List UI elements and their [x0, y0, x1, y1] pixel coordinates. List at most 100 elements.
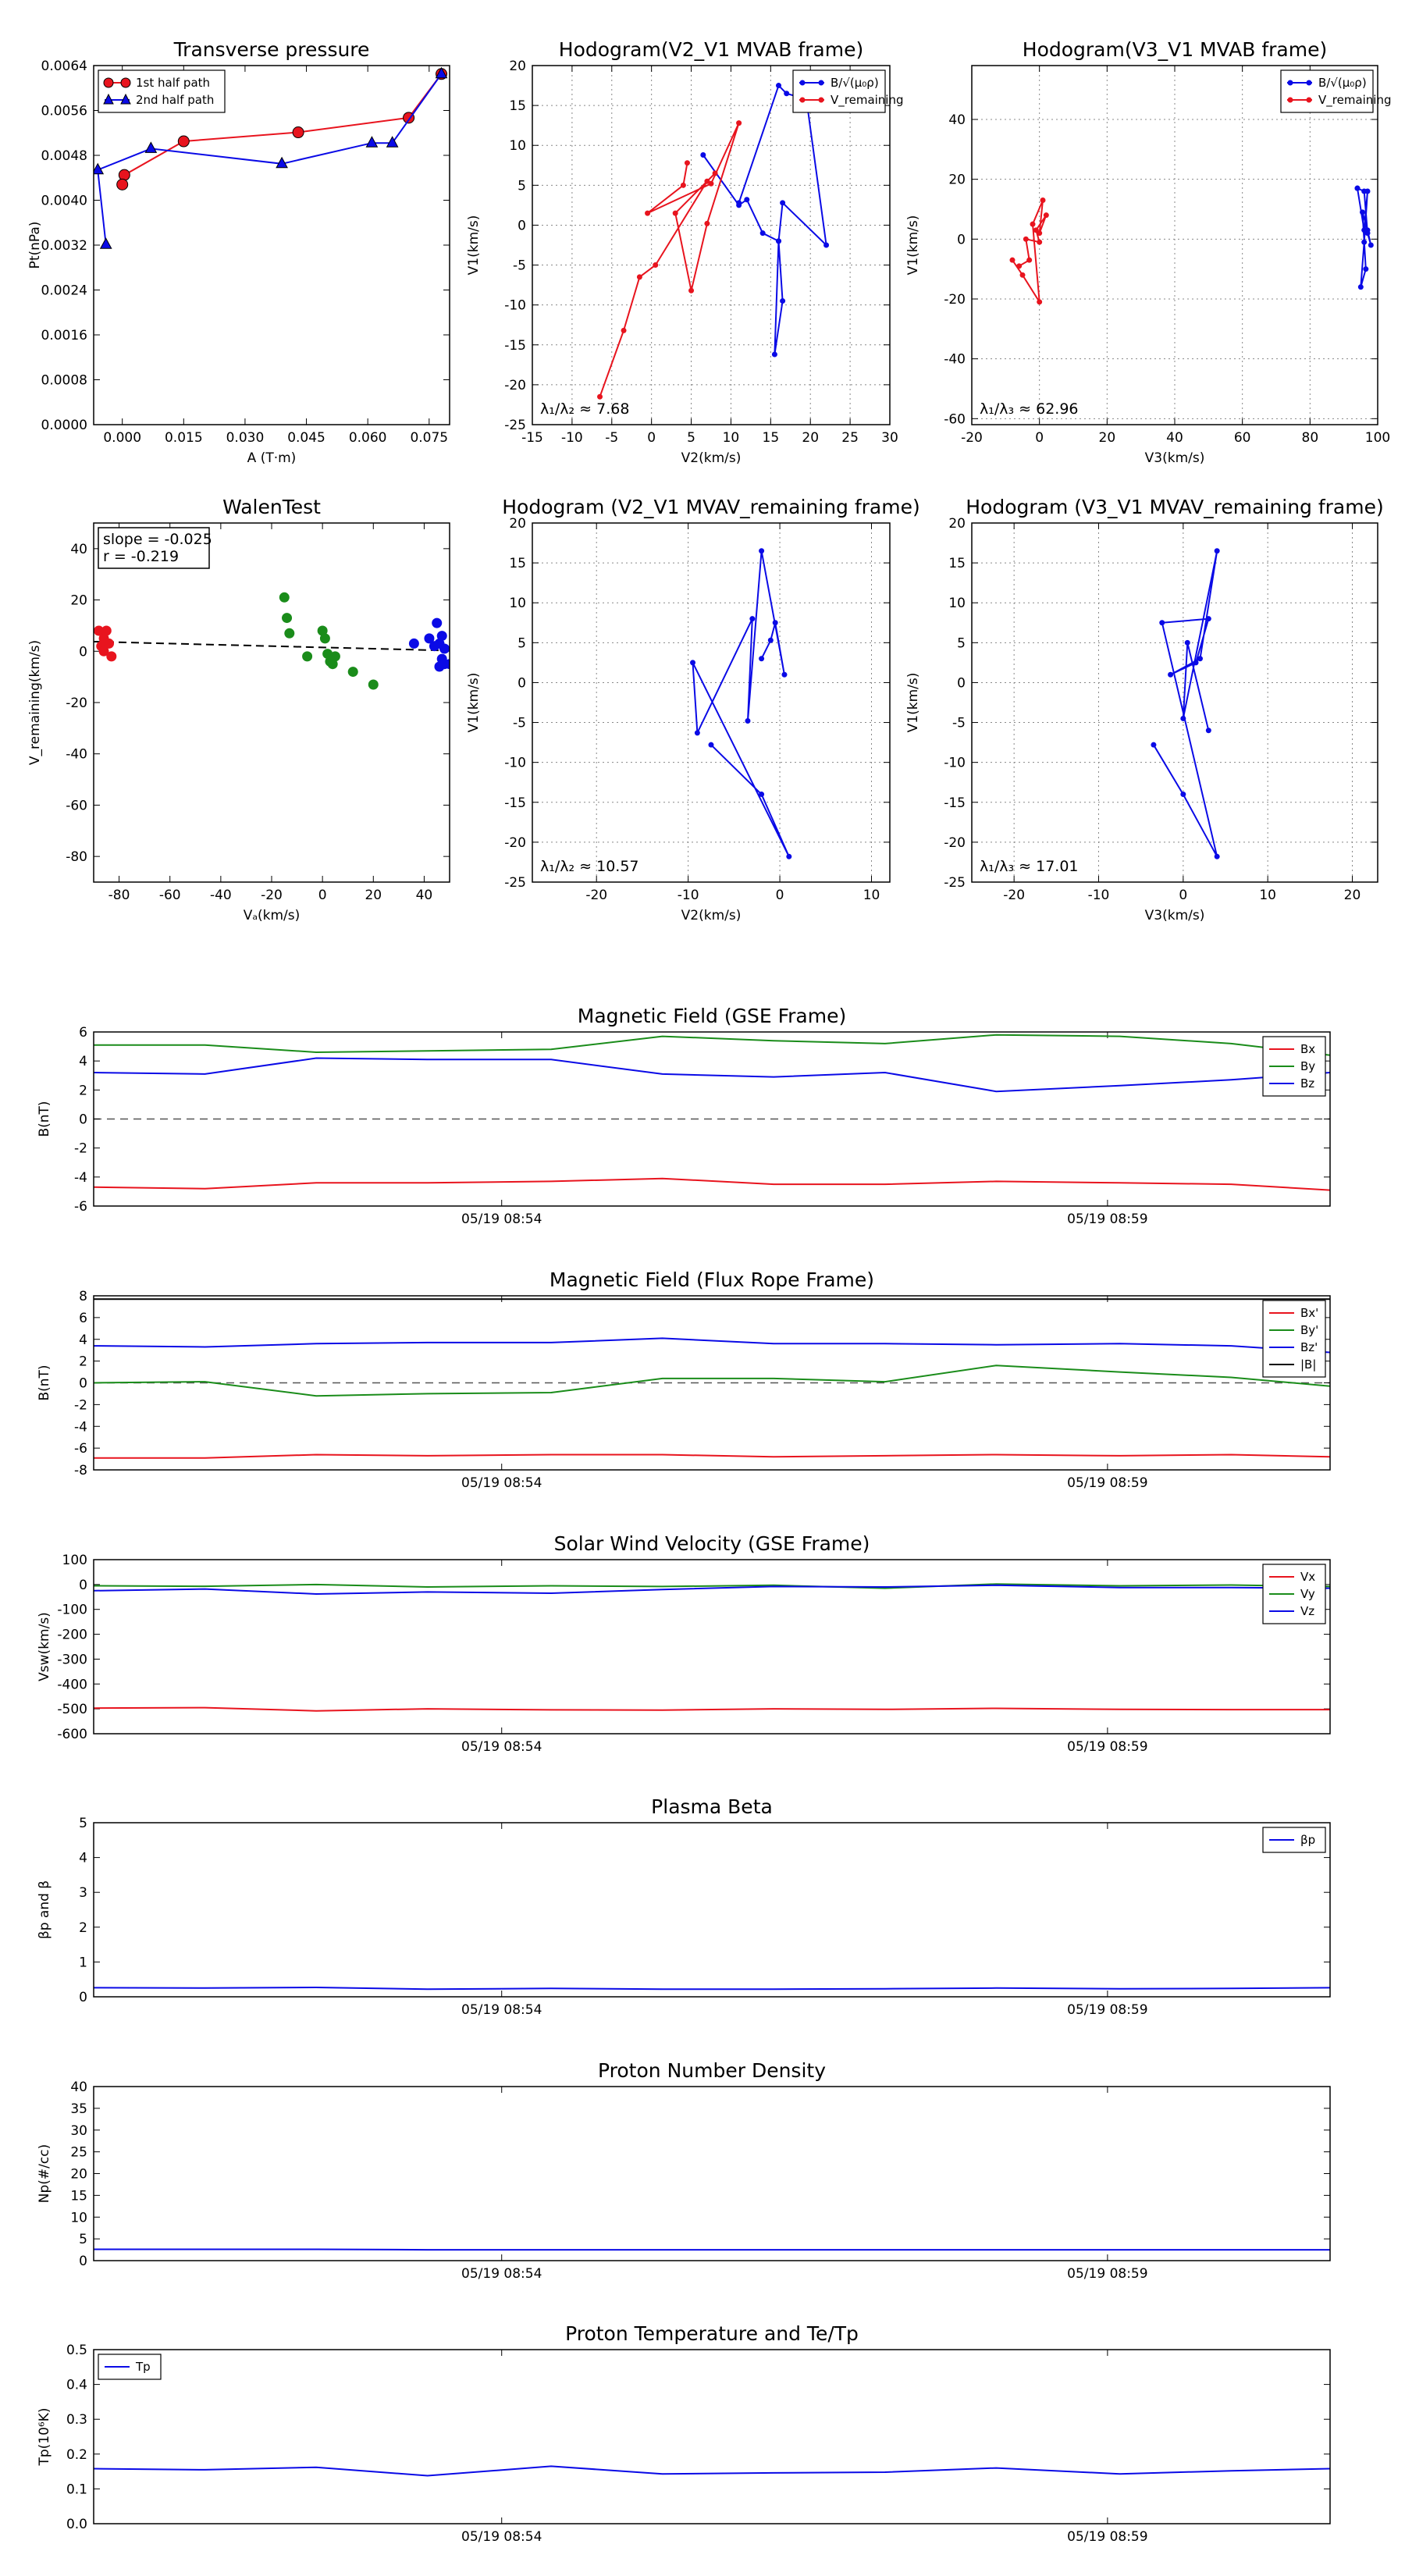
- y-tick-label: -5: [513, 716, 526, 731]
- data-point: [1037, 239, 1043, 245]
- x-tick-label: 05/19 08:54: [461, 2266, 542, 2282]
- data-point: [736, 120, 742, 126]
- x-tick-label: 05/19 08:59: [1067, 2266, 1147, 2282]
- data-point: [1180, 792, 1186, 798]
- data-point: [786, 853, 792, 859]
- chart-title: Proton Temperature and Te/Tp: [565, 2322, 859, 2345]
- plot-frame: [971, 522, 1378, 883]
- y-tick-label: -10: [504, 298, 526, 314]
- x-tick-label: -60: [159, 888, 181, 903]
- y-tick-label: 4: [79, 1332, 87, 1348]
- data-point: [144, 141, 158, 153]
- x-axis-label: A (T·m): [247, 450, 297, 466]
- data-point: [772, 620, 778, 626]
- data-point: [1037, 299, 1043, 305]
- x-tick-label: 0: [318, 888, 327, 903]
- y-axis-label: V_remaining(km/s): [27, 640, 43, 765]
- chart-title: Hodogram (V3_V1 MVAV_remaining frame): [966, 496, 1384, 518]
- legend-marker: [799, 97, 806, 103]
- legend-marker: [1287, 80, 1293, 86]
- legend-label: 1st half path: [136, 76, 210, 90]
- x-tick-label: 10: [1259, 888, 1276, 903]
- x-tick-label: 40: [1166, 430, 1183, 446]
- data-point: [688, 287, 695, 294]
- y-tick-label: -5: [513, 258, 526, 274]
- legend-label: Tp: [135, 2360, 151, 2374]
- y-tick-label: 0.0032: [41, 238, 87, 254]
- y-tick-label: 0.3: [66, 2412, 87, 2428]
- y-axis-label: Vsw(km/s): [37, 1612, 52, 1681]
- data-point: [621, 327, 627, 333]
- chart-title: Hodogram(V2_V1 MVAB frame): [559, 38, 863, 61]
- chart-bgse: Magnetic Field (GSE Frame) 05/19 08:54 05/…: [37, 1005, 1331, 1227]
- data-point: [784, 91, 790, 97]
- y-tick-label: -5: [952, 716, 966, 731]
- series-tp: [94, 2465, 1330, 2477]
- y-tick-label: -6: [74, 1441, 87, 1457]
- y-tick-label: -60: [944, 411, 966, 427]
- series-bx: [94, 1177, 1330, 1191]
- data-point: [749, 616, 756, 622]
- x-tick-label: 0: [1035, 430, 1044, 446]
- plot-frame: [93, 2349, 1331, 2524]
- legend-label: Vz: [1300, 1604, 1314, 1618]
- y-tick-label: -15: [504, 795, 526, 811]
- x-tick-label: 80: [1302, 430, 1319, 446]
- data-point: [780, 298, 786, 304]
- y-tick-label: 0: [79, 1578, 87, 1593]
- legend-marker: [818, 80, 824, 86]
- x-axis-label: Vₐ(km/s): [244, 908, 301, 923]
- plot-area: [94, 1583, 1330, 1712]
- data-point: [327, 659, 338, 670]
- legend-marker: [799, 80, 806, 86]
- y-tick-label: 6: [79, 1025, 87, 1041]
- x-tick-label: 05/19 08:54: [461, 1212, 542, 1227]
- y-tick-label: -15: [504, 338, 526, 354]
- data-point: [771, 351, 777, 358]
- legend: Bx' By' Bz' |B|: [1262, 1300, 1326, 1378]
- y-tick-label: 8: [79, 1289, 87, 1304]
- y-tick-label: 20: [70, 2167, 87, 2183]
- y-tick-label: 0.1: [66, 2482, 87, 2497]
- y-tick-label: 100: [62, 1553, 87, 1568]
- chart-title: Plasma Beta: [651, 1795, 773, 1818]
- data-point: [1361, 227, 1368, 233]
- x-tick-label: -80: [108, 888, 130, 903]
- y-tick-label: 0.0048: [41, 148, 87, 164]
- y-tick-label: 3: [79, 1885, 87, 1901]
- x-tick-label: 15: [763, 430, 780, 446]
- series-b: [1354, 185, 1374, 290]
- data-point: [704, 220, 710, 226]
- y-axis-label: V1(km/s): [905, 215, 921, 276]
- data-point: [690, 660, 696, 666]
- plot-frame: [532, 65, 891, 425]
- data-point: [436, 631, 447, 642]
- y-tick-label: -25: [504, 875, 526, 891]
- legend-label: Bx': [1300, 1306, 1318, 1320]
- y-axis-label: B(nT): [37, 1101, 52, 1137]
- legend-label: V_remaining: [831, 93, 904, 108]
- legend-label: B/√(μ₀ρ): [1318, 76, 1367, 90]
- series-s0: [690, 548, 792, 859]
- y-tick-label: -20: [66, 696, 87, 711]
- plot-area: [597, 83, 830, 400]
- x-tick-label: 05/19 08:54: [461, 1739, 542, 1755]
- y-tick-label: -60: [66, 798, 87, 813]
- series-s2: [408, 617, 450, 672]
- series-bz: [94, 1057, 1330, 1093]
- y-tick-label: -10: [504, 756, 526, 771]
- eigenvalue-ratio-annotation: λ₁/λ₃ ≈ 62.96: [980, 400, 1079, 418]
- y-tick-label: 2: [79, 1354, 87, 1370]
- legend-label: 2nd half path: [136, 93, 214, 107]
- legend-label: Bx: [1300, 1042, 1315, 1056]
- x-tick-label: -10: [561, 430, 583, 446]
- data-point: [1023, 236, 1029, 242]
- series-s1: [279, 592, 379, 690]
- y-tick-label: -200: [57, 1628, 87, 1643]
- y-tick-label: 4: [79, 1054, 87, 1069]
- x-tick-label: 30: [881, 430, 898, 446]
- x-tick-label: 100: [1365, 430, 1390, 446]
- data-point: [347, 667, 358, 678]
- chart-hodo_v3v1_mvab: Hodogram(V3_V1 MVAB frame) -20 0 20 40 60 80 10…: [905, 38, 1392, 466]
- y-tick-label: 40: [70, 2080, 87, 2095]
